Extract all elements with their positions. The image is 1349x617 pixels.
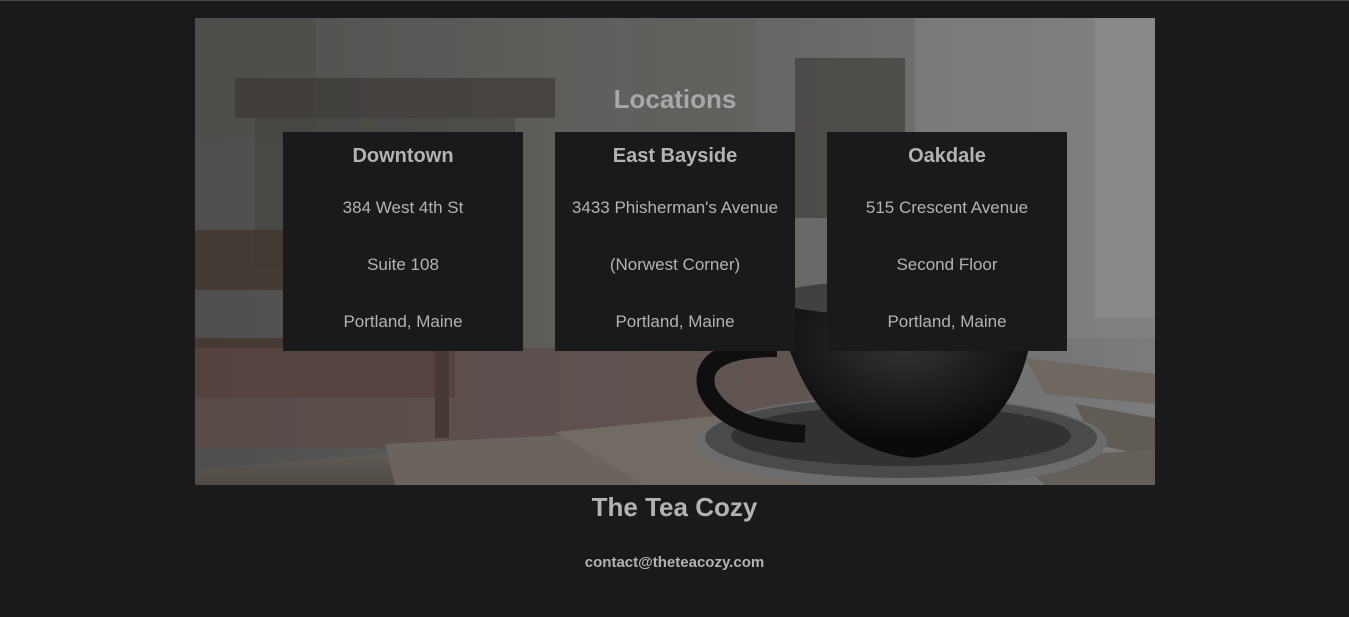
locations-section: Locations Downtown 384 West 4th St Suite… [195,18,1155,485]
location-name: East Bayside [612,145,738,167]
footer-brand-title: The Tea Cozy [591,492,758,522]
location-name: Downtown [352,145,454,167]
location-card-oakdale: Oakdale 515 Crescent Avenue Second Floor… [827,132,1067,351]
location-detail: (Norwest Corner) [609,255,741,274]
location-detail: Suite 108 [367,255,439,274]
location-street: 3433 Phisherman's Avenue [571,198,779,217]
location-cards: Downtown 384 West 4th St Suite 108 Portl… [283,132,1067,351]
top-border [0,0,1349,1]
location-street: 515 Crescent Avenue [865,198,1029,217]
location-card-downtown: Downtown 384 West 4th St Suite 108 Portl… [283,132,523,351]
location-city: Portland, Maine [343,312,463,331]
contact-email-link[interactable]: contact@theteacozy.com [585,554,764,571]
footer-contact: contact@theteacozy.com [0,554,1349,571]
location-street: 384 West 4th St [342,198,464,217]
locations-heading: Locations [613,84,737,114]
location-detail: Second Floor [896,255,998,274]
location-city: Portland, Maine [887,312,1007,331]
location-card-east-bayside: East Bayside 3433 Phisherman's Avenue (N… [555,132,795,351]
location-name: Oakdale [908,145,986,167]
location-city: Portland, Maine [615,312,735,331]
